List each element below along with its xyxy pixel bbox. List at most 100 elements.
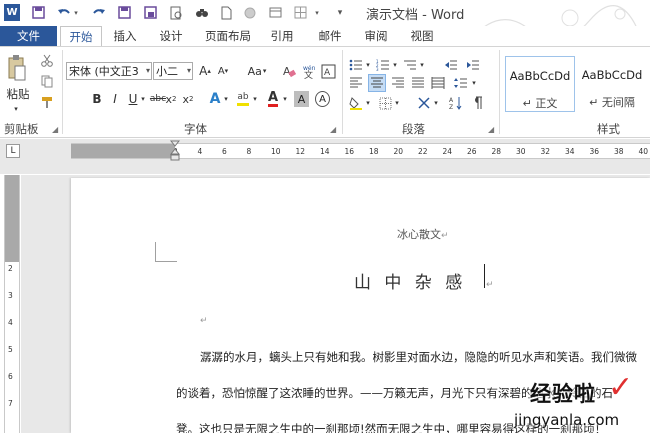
line-spacing-dropdown-icon[interactable]: ▾ xyxy=(470,78,478,88)
chevron-down-icon: ▾ xyxy=(262,67,267,75)
grow-font-button[interactable]: A ▴ xyxy=(198,62,212,80)
undo-dropdown-icon[interactable]: ▾ xyxy=(72,4,80,21)
paragraph-launcher-icon[interactable]: ◢ xyxy=(488,125,494,134)
style-no-spacing[interactable]: AaBbCcDd ↵ 无间隔 xyxy=(577,56,647,112)
ruler-tick-label: 26 xyxy=(467,147,477,156)
line-spacing-icon[interactable] xyxy=(453,76,469,90)
cut-icon[interactable] xyxy=(40,53,54,67)
borders-icon[interactable] xyxy=(377,96,393,110)
style-normal[interactable]: AaBbCcDd ↵ 正文 xyxy=(505,56,575,112)
justify-icon[interactable] xyxy=(410,76,426,90)
clipboard-launcher-icon[interactable]: ◢ xyxy=(52,125,58,134)
tab-references[interactable]: 引用 xyxy=(264,26,300,46)
new-document-icon[interactable] xyxy=(219,4,233,21)
sort-icon[interactable]: AZ xyxy=(448,96,464,110)
distributed-icon[interactable] xyxy=(430,76,446,90)
ruler-tick-label: 28 xyxy=(491,147,502,156)
svg-text:Z: Z xyxy=(449,104,453,110)
tab-review[interactable]: 审阅 xyxy=(358,26,394,46)
print-preview-icon[interactable] xyxy=(168,4,184,21)
redo-icon[interactable] xyxy=(91,4,107,21)
shading-dropdown-icon[interactable]: ▾ xyxy=(364,98,372,108)
svg-text:A: A xyxy=(449,97,454,104)
character-border-button[interactable]: A xyxy=(315,91,330,107)
format-painter-icon[interactable] xyxy=(40,95,54,109)
highlight-button[interactable]: ab xyxy=(235,90,251,108)
shading-icon[interactable] xyxy=(348,96,364,110)
decrease-indent-icon[interactable] xyxy=(443,58,459,72)
document-title[interactable]: 山 中 杂 感 xyxy=(354,268,466,293)
tab-file[interactable]: 文件 xyxy=(0,26,57,46)
align-right-icon[interactable] xyxy=(390,76,406,90)
copy-icon[interactable] xyxy=(40,74,54,88)
multilevel-dropdown-icon[interactable]: ▾ xyxy=(418,60,426,70)
align-left-icon[interactable] xyxy=(348,76,364,90)
borders-dropdown-icon[interactable]: ▾ xyxy=(393,98,401,108)
change-case-button[interactable]: Aa ▾ xyxy=(244,62,270,80)
italic-button[interactable]: I xyxy=(109,91,121,107)
record-icon[interactable] xyxy=(243,4,257,21)
font-color-dropdown-icon[interactable]: ▾ xyxy=(281,93,289,105)
tab-page-layout[interactable]: 页面布局 xyxy=(200,26,256,46)
tab-home[interactable]: 开始 xyxy=(60,26,102,46)
indent-marker-icon[interactable] xyxy=(170,140,180,162)
ruler-tick-label: 24 xyxy=(442,147,453,156)
paste-icon[interactable] xyxy=(6,52,28,86)
font-name-combo[interactable]: 宋体 (中文正3 ▾ xyxy=(66,62,152,80)
text-effects-button[interactable]: A xyxy=(207,90,223,108)
chinese-layout-dropdown-icon[interactable]: ▾ xyxy=(432,98,440,108)
character-shading-button[interactable]: A xyxy=(294,91,309,107)
shrink-font-button[interactable]: A ▾ xyxy=(216,62,230,80)
font-launcher-icon[interactable]: ◢ xyxy=(330,125,336,134)
paragraph-mark: ↵ xyxy=(441,231,449,241)
ruler-toggle-icon[interactable] xyxy=(292,4,308,21)
tab-view[interactable]: 视图 xyxy=(404,26,440,46)
open-icon[interactable] xyxy=(267,4,283,21)
phonetic-guide-icon[interactable]: wén 文 xyxy=(301,62,317,80)
ruler-tick-label: 6 xyxy=(8,372,13,381)
subscript-button[interactable]: x2 xyxy=(163,91,179,107)
save-copy-icon[interactable] xyxy=(142,4,158,21)
clear-formatting-icon[interactable]: A xyxy=(281,62,297,80)
save-as-icon[interactable] xyxy=(116,4,132,21)
bullets-icon[interactable] xyxy=(348,58,364,72)
clipboard-group-label: 剪贴板 xyxy=(4,122,39,136)
text-effects-dropdown-icon[interactable]: ▾ xyxy=(222,93,230,105)
svg-text:文: 文 xyxy=(304,69,313,79)
superscript-button[interactable]: x2 xyxy=(180,91,196,107)
bold-button[interactable]: B xyxy=(91,91,103,107)
group-divider xyxy=(499,50,500,134)
find-icon[interactable] xyxy=(194,4,210,21)
align-center-icon[interactable] xyxy=(368,74,386,92)
table-dropdown-icon[interactable]: ▾ xyxy=(312,4,322,21)
font-color-button[interactable]: A xyxy=(265,90,281,108)
chinese-layout-icon[interactable] xyxy=(416,95,432,111)
paste-dropdown-icon[interactable]: ▾ xyxy=(10,104,22,114)
word-app-icon[interactable]: W xyxy=(4,4,20,21)
customize-quick-access-icon[interactable]: ▾ xyxy=(334,4,346,21)
paste-button[interactable]: 粘贴 xyxy=(4,86,32,102)
save-icon[interactable] xyxy=(30,4,46,21)
font-size-combo[interactable]: 小二 ▾ xyxy=(153,62,193,80)
numbering-icon[interactable]: 123 xyxy=(375,58,391,72)
tab-selector[interactable]: L xyxy=(6,144,20,158)
increase-indent-icon[interactable] xyxy=(465,58,481,72)
enclosed-character-icon[interactable]: A xyxy=(320,62,336,80)
tab-design[interactable]: 设计 xyxy=(152,26,190,46)
multilevel-list-icon[interactable] xyxy=(402,58,418,72)
numbering-dropdown-icon[interactable]: ▾ xyxy=(391,60,399,70)
show-marks-icon[interactable] xyxy=(469,95,485,111)
document-subtitle[interactable]: 冰心散文↵ xyxy=(397,226,449,242)
tab-mailings[interactable]: 邮件 xyxy=(312,26,348,46)
style-sample: AaBbCcDd xyxy=(581,68,643,82)
underline-dropdown-icon[interactable]: ▾ xyxy=(139,93,147,105)
paragraph-group-label: 段落 xyxy=(402,122,425,136)
bullets-dropdown-icon[interactable]: ▾ xyxy=(364,60,372,70)
undo-icon[interactable] xyxy=(56,4,72,21)
tab-insert[interactable]: 插入 xyxy=(106,26,144,46)
body-line-1[interactable]: 潺潺的水月，螭头上只有她和我。树影里对面水边，隐隐的听见水声和笑语。我们微微 xyxy=(200,349,637,365)
caret-down-icon: ▾ xyxy=(224,67,229,75)
crop-mark xyxy=(155,242,156,262)
underline-button[interactable]: U xyxy=(127,91,139,107)
highlight-dropdown-icon[interactable]: ▾ xyxy=(251,93,259,105)
